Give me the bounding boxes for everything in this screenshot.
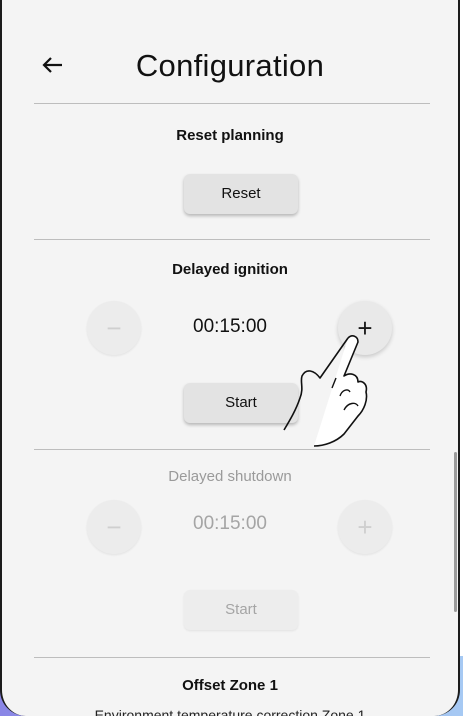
- device-frame: Configuration Reset planning Reset Delay…: [0, 0, 463, 716]
- reset-button[interactable]: Reset: [184, 174, 298, 214]
- tap-hand-icon: [283, 335, 368, 447]
- app-screen: Configuration Reset planning Reset Delay…: [0, 0, 460, 716]
- section-divider: [34, 657, 430, 658]
- delayed-ignition-label: Delayed ignition: [172, 261, 288, 278]
- shutdown-increment-button[interactable]: +: [338, 500, 392, 554]
- header-divider: [34, 103, 430, 104]
- plus-icon: +: [357, 512, 373, 542]
- offset-zone-label: Offset Zone 1: [182, 677, 278, 694]
- delayed-shutdown-label: Delayed shutdown: [168, 468, 292, 485]
- offset-zone-subtitle: Environment temperature correction Zone …: [94, 707, 366, 716]
- scrollbar[interactable]: [454, 452, 457, 612]
- section-divider: [34, 239, 430, 240]
- header-bar: Configuration: [2, 30, 458, 104]
- page-title: Configuration: [135, 48, 325, 83]
- reset-planning-label: Reset planning: [176, 127, 284, 144]
- shutdown-start-button[interactable]: Start: [184, 590, 298, 630]
